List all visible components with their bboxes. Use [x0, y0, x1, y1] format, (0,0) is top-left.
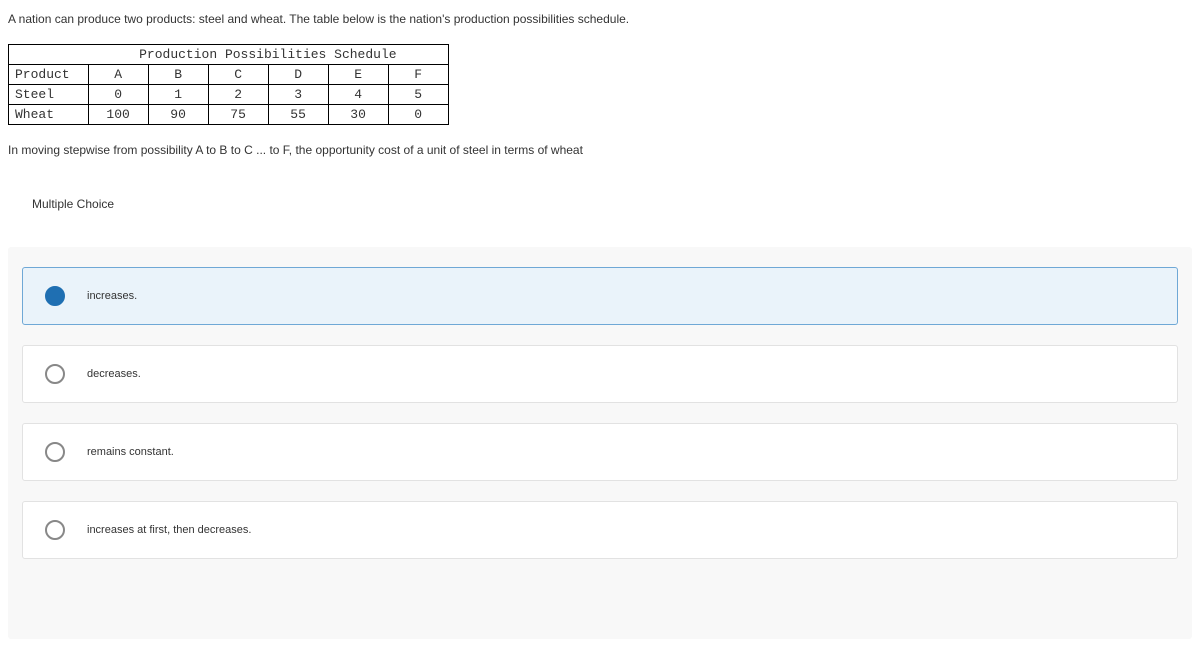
choice-label: increases at first, then decreases.	[87, 524, 1155, 536]
table-cell: 3	[268, 85, 328, 105]
table-cell: 2	[208, 85, 268, 105]
choice-label: remains constant.	[87, 446, 1155, 458]
table-col-header: C	[208, 65, 268, 85]
table-cell: 5	[388, 85, 448, 105]
choice-decreases[interactable]: decreases.	[22, 345, 1178, 403]
mc-heading: Multiple Choice	[32, 197, 1192, 211]
radio-icon	[45, 364, 65, 384]
table-col-header: A	[88, 65, 148, 85]
table-row: Steel 0 1 2 3 4 5	[9, 85, 449, 105]
choice-increases[interactable]: increases.	[22, 267, 1178, 325]
table-col-header: B	[148, 65, 208, 85]
table-cell: 100	[88, 105, 148, 125]
table-cell: 1	[148, 85, 208, 105]
table-cell: 75	[208, 105, 268, 125]
question-followup: In moving stepwise from possibility A to…	[8, 143, 1192, 157]
choice-label: decreases.	[87, 368, 1155, 380]
table-title: Production Possibilities Schedule	[88, 45, 448, 65]
table-row-label: Steel	[9, 85, 89, 105]
table-cell: 0	[88, 85, 148, 105]
table-cell: 90	[148, 105, 208, 125]
pps-table: Production Possibilities Schedule Produc…	[8, 44, 449, 125]
choice-increases-then-decreases[interactable]: increases at first, then decreases.	[22, 501, 1178, 559]
choice-remains-constant[interactable]: remains constant.	[22, 423, 1178, 481]
table-col-header: E	[328, 65, 388, 85]
table-row: Wheat 100 90 75 55 30 0	[9, 105, 449, 125]
table-corner-empty	[9, 45, 89, 65]
table-cell: 30	[328, 105, 388, 125]
table-row-label: Wheat	[9, 105, 89, 125]
radio-icon	[45, 442, 65, 462]
choice-label: increases.	[87, 290, 1155, 302]
table-cell: 0	[388, 105, 448, 125]
radio-icon	[45, 286, 65, 306]
table-header-row-label: Product	[9, 65, 89, 85]
table-cell: 55	[268, 105, 328, 125]
table-col-header: F	[388, 65, 448, 85]
radio-icon	[45, 520, 65, 540]
table-cell: 4	[328, 85, 388, 105]
table-col-header: D	[268, 65, 328, 85]
answers-area: increases. decreases. remains constant. …	[8, 247, 1192, 639]
question-intro: A nation can produce two products: steel…	[8, 12, 1192, 26]
